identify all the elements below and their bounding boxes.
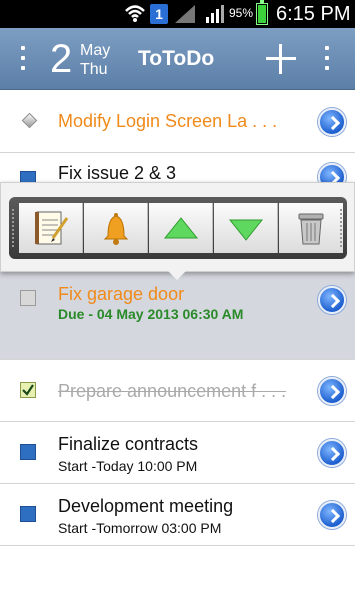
left-menu-icon[interactable] [20, 46, 26, 72]
task-details-arrow-icon[interactable] [318, 286, 346, 314]
battery-percent: 95% [229, 6, 254, 20]
wifi-icon [125, 5, 145, 22]
task-start-time: Start -Tomorrow 03:00 PM [58, 520, 222, 536]
task-row[interactable]: Finalize contracts Start -Today 10:00 PM [0, 422, 355, 484]
add-task-icon[interactable] [266, 44, 296, 74]
quick-action-popup [0, 182, 355, 272]
trash-icon [298, 213, 324, 245]
edit-task-button[interactable] [19, 203, 83, 253]
task-title: Modify Login Screen La . . . [58, 111, 278, 131]
task-title: Finalize contracts [58, 434, 199, 454]
grip-left [12, 209, 16, 247]
overflow-menu-icon[interactable] [324, 46, 330, 72]
task-due-date: Due - 04 May 2013 06:30 AM [58, 306, 244, 322]
task-details-arrow-icon[interactable] [318, 501, 346, 529]
task-row[interactable]: Prepare announcement f . . . [0, 360, 355, 422]
action-bar: 2 May Thu ToToDo [0, 28, 355, 90]
battery-icon [256, 0, 268, 25]
move-up-icon [163, 217, 199, 239]
task-checkbox[interactable] [20, 444, 36, 460]
task-start-time: Start -Today 10:00 PM [58, 458, 198, 474]
clock: 6:15 PM [276, 3, 351, 25]
sim-badge: 1 [150, 4, 168, 24]
priority-diamond-icon[interactable] [21, 112, 38, 129]
task-checkbox[interactable] [20, 290, 36, 306]
delete-task-button[interactable] [279, 203, 343, 253]
task-details-arrow-icon[interactable] [318, 439, 346, 467]
date-day-number: 2 [50, 37, 73, 81]
task-row[interactable]: Modify Login Screen La . . . [0, 91, 355, 153]
task-title: Fix issue 2 & 3 [58, 163, 177, 183]
status-bar: 1 95% 6:15 PM [0, 0, 355, 28]
move-up-button[interactable] [149, 203, 213, 253]
task-row-selected[interactable]: Fix garage door Due - 04 May 2013 06:30 … [0, 272, 355, 360]
task-title: Prepare announcement f . . . [58, 381, 287, 401]
quick-action-bar [9, 197, 347, 259]
task-title: Fix garage door [58, 284, 185, 304]
popup-pointer [167, 270, 187, 280]
task-checkbox-checked[interactable] [20, 382, 36, 398]
task-row[interactable]: Development meeting Start -Tomorrow 03:0… [0, 484, 355, 546]
date-month: May [80, 42, 111, 59]
task-details-arrow-icon[interactable] [318, 108, 346, 136]
task-details-arrow-icon[interactable] [318, 377, 346, 405]
signal-icon [206, 5, 224, 23]
reminder-button[interactable] [84, 203, 148, 253]
checkmark-icon [22, 384, 34, 396]
move-down-button[interactable] [214, 203, 278, 253]
app-title: ToToDo [138, 47, 215, 70]
grip-right [340, 209, 344, 247]
date-weekday: Thu [80, 61, 108, 78]
task-title: Development meeting [58, 496, 234, 516]
no-signal-icon [175, 5, 195, 23]
move-down-icon [228, 219, 264, 241]
notepad-icon [35, 211, 69, 245]
bell-icon [103, 213, 129, 245]
task-checkbox[interactable] [20, 506, 36, 522]
